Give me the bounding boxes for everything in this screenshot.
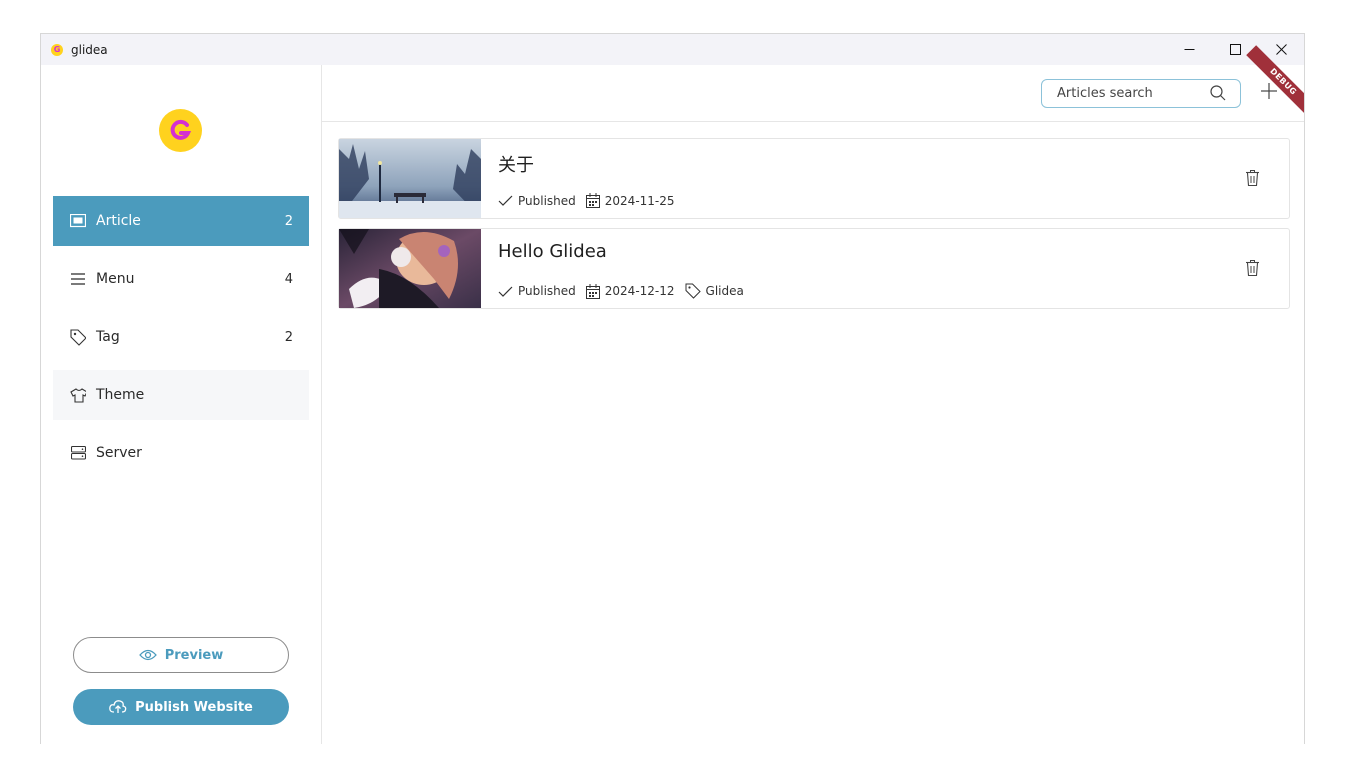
app-icon: G	[51, 43, 63, 56]
sidebar-item-theme[interactable]: Theme	[53, 370, 309, 420]
calendar-icon	[585, 283, 600, 299]
minimize-button[interactable]	[1166, 34, 1212, 65]
window-controls	[1166, 34, 1304, 65]
tag-icon	[70, 328, 86, 346]
app-window: G glidea Article 2 Menu 4 Tag 2 Theme Se…	[40, 33, 1305, 744]
settings-sliders-icon[interactable]	[81, 741, 101, 744]
close-icon	[1275, 44, 1287, 55]
minimize-icon	[1184, 49, 1194, 50]
sidebar: Article 2 Menu 4 Tag 2 Theme Server Prev…	[41, 65, 322, 744]
sidebar-item-count: 4	[284, 271, 293, 287]
article-status: Published	[518, 193, 576, 208]
plus-icon	[1261, 83, 1277, 99]
maximize-icon	[1229, 44, 1241, 55]
cloud-upload-icon	[109, 700, 127, 714]
search-input[interactable]	[1057, 86, 1197, 101]
article-meta: Published 2024-11-25	[498, 193, 685, 208]
check-icon	[498, 195, 513, 206]
github-icon[interactable]	[261, 741, 281, 744]
sidebar-item-label: Article	[96, 213, 141, 229]
logo-g-icon	[170, 119, 191, 140]
article-card[interactable]: Hello Glidea Published 2024-12-12 Glidea	[338, 228, 1290, 309]
publish-website-button[interactable]: Publish Website	[73, 689, 289, 725]
server-icon	[70, 445, 86, 461]
title-bar[interactable]: G glidea	[41, 34, 1304, 65]
sidebar-item-label: Tag	[96, 329, 120, 345]
sidebar-footer-icons	[81, 741, 281, 744]
article-date: 2024-12-12	[604, 284, 675, 298]
article-title[interactable]: Hello Glidea	[498, 241, 607, 262]
check-icon	[498, 286, 513, 297]
shirt-icon	[70, 387, 86, 403]
sidebar-item-label: Menu	[96, 271, 135, 287]
publish-label: Publish Website	[135, 699, 253, 715]
preview-button[interactable]: Preview	[73, 637, 289, 673]
article-date: 2024-11-25	[604, 193, 675, 208]
calendar-icon	[585, 193, 600, 208]
article-icon	[70, 213, 86, 229]
delete-button[interactable]	[1243, 169, 1261, 187]
article-title[interactable]: 关于	[498, 151, 534, 177]
search-box[interactable]	[1041, 79, 1241, 108]
preview-label: Preview	[164, 647, 224, 663]
article-tag[interactable]: Glidea	[706, 284, 744, 298]
sidebar-item-label: Theme	[96, 387, 145, 403]
eye-icon	[138, 649, 157, 661]
trash-icon	[1245, 260, 1259, 276]
article-thumbnail	[339, 229, 481, 308]
article-thumbnail	[339, 139, 481, 218]
menu-icon	[70, 271, 86, 287]
window-title: glidea	[71, 42, 108, 57]
tag-icon	[685, 283, 701, 299]
search-icon[interactable]	[1210, 85, 1226, 105]
sidebar-item-server[interactable]: Server	[53, 428, 309, 478]
delete-button[interactable]	[1243, 259, 1261, 277]
trash-icon	[1245, 170, 1259, 186]
globe-icon[interactable]	[171, 741, 191, 744]
sidebar-item-label: Server	[96, 445, 142, 461]
article-meta: Published 2024-12-12 Glidea	[498, 283, 754, 299]
top-bar: DEBUG	[322, 45, 1304, 122]
sidebar-item-count: 2	[284, 329, 293, 345]
sidebar-item-menu[interactable]: Menu 4	[53, 254, 309, 304]
article-status: Published	[518, 284, 576, 298]
article-card[interactable]: 关于 Published 2024-11-25	[338, 138, 1290, 219]
sidebar-item-count: 2	[284, 213, 293, 229]
sidebar-item-article[interactable]: Article 2	[53, 196, 309, 246]
app-logo	[159, 109, 202, 152]
sidebar-item-tag[interactable]: Tag 2	[53, 312, 309, 362]
main-content: DEBUG	[322, 45, 1304, 744]
